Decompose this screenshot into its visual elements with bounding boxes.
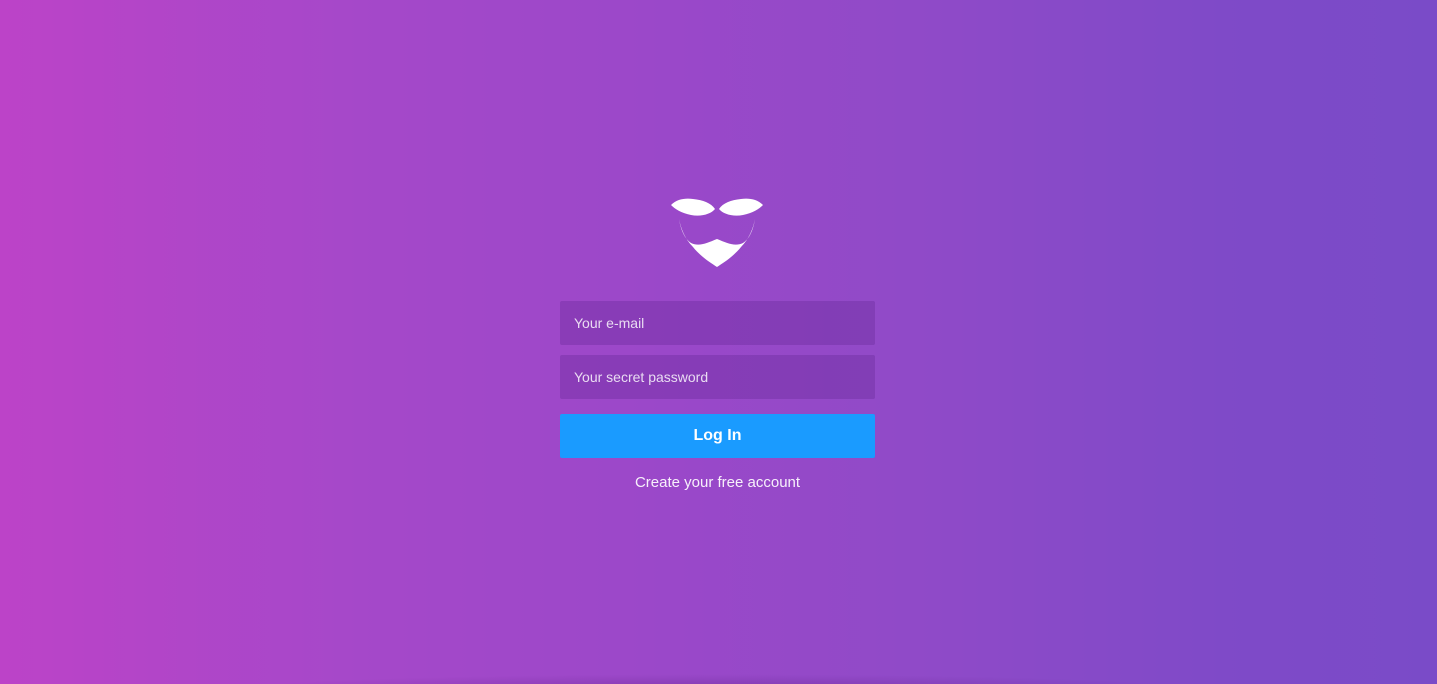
login-panel: Log In Create your free account bbox=[560, 195, 875, 491]
mustache-beard-icon bbox=[671, 198, 763, 267]
email-input[interactable] bbox=[560, 301, 875, 345]
create-account-link[interactable]: Create your free account bbox=[560, 474, 875, 491]
login-button[interactable]: Log In bbox=[560, 414, 875, 458]
bottom-shadow bbox=[240, 674, 1197, 684]
password-input[interactable] bbox=[560, 355, 875, 399]
